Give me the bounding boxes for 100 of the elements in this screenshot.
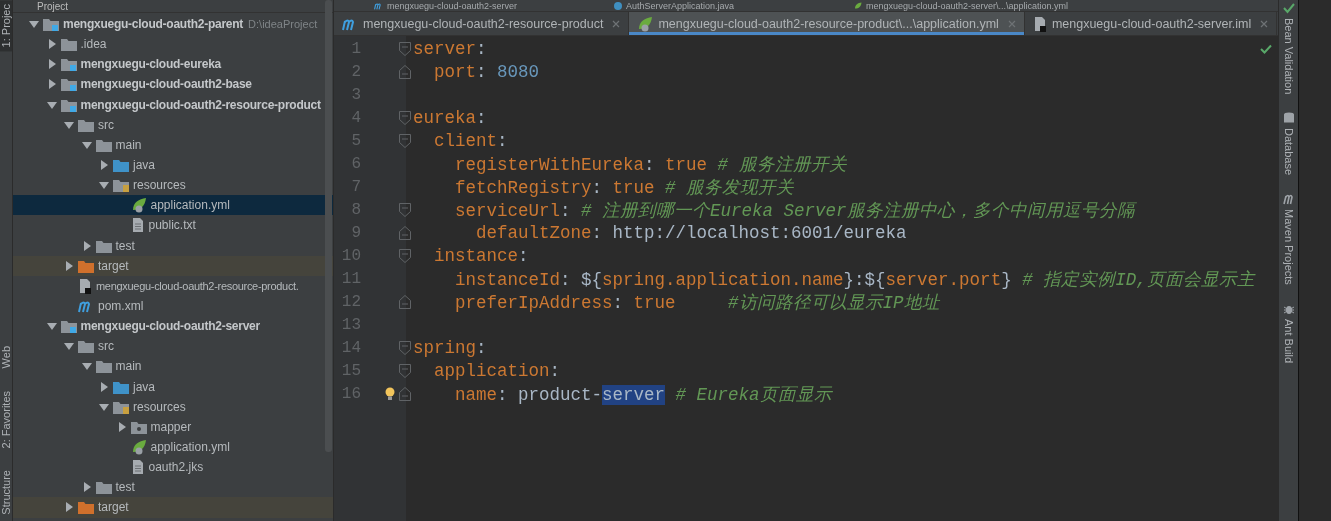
tree-item[interactable]: .idea — [13, 34, 333, 55]
folder-icon — [78, 500, 94, 515]
tree-item[interactable]: public.txt — [13, 215, 333, 236]
tree-item[interactable]: target — [13, 497, 333, 518]
code-line: name: product-server # Eureka页面显示 — [454, 383, 832, 406]
letter-m-icon — [1282, 193, 1295, 206]
scrollbar[interactable] — [325, 0, 332, 452]
caret-icon[interactable] — [46, 99, 57, 110]
caret-icon[interactable] — [81, 240, 92, 251]
caret-icon[interactable] — [116, 421, 127, 432]
tree-item[interactable]: java — [13, 155, 333, 176]
tree-item[interactable]: target — [13, 255, 333, 276]
file-icon — [130, 217, 145, 234]
tree-item[interactable]: resources — [13, 175, 333, 196]
panel-title: Project — [37, 0, 69, 12]
fold-icon[interactable] — [399, 133, 411, 148]
tree-item[interactable]: oauth2.jks — [13, 457, 333, 478]
caret-icon[interactable] — [64, 119, 74, 130]
caret-icon[interactable] — [99, 180, 109, 191]
caret-icon[interactable] — [46, 321, 57, 332]
module-folder-icon — [60, 97, 77, 112]
database-icon — [1282, 112, 1295, 125]
folder-icon — [78, 117, 94, 132]
caret-icon[interactable] — [29, 19, 39, 30]
editor-tab[interactable]: mengxuegu-cloud-oauth2-server\...\application.yml — [854, 0, 1069, 11]
tool-window-tab[interactable]: Web — [0, 342, 12, 373]
caret-icon[interactable] — [64, 260, 74, 271]
caret-icon[interactable] — [99, 160, 109, 171]
tool-window-tab[interactable]: 1: Projec — [0, 0, 12, 52]
tree-item[interactable]: java — [13, 376, 333, 397]
tree-item[interactable]: mapper — [13, 416, 333, 437]
project-path: D:\ideaProject — [248, 18, 318, 31]
caret-icon[interactable] — [46, 39, 57, 50]
fold-icon[interactable] — [399, 41, 411, 56]
lightbulb-icon[interactable] — [385, 386, 395, 401]
caret-icon[interactable] — [99, 401, 109, 412]
fold-icon[interactable] — [399, 363, 411, 378]
folder-icon — [113, 399, 129, 414]
tree-item[interactable]: resources — [13, 396, 333, 417]
tree-item[interactable]: mengxuegu-cloud-eureka — [13, 54, 333, 75]
code-line: fetchRegistry: true # 服务发现开关 — [454, 176, 795, 199]
caret-icon[interactable] — [64, 502, 74, 513]
code-line: defaultZone: http://localhost:6001/eureka — [475, 222, 907, 243]
caret-icon[interactable] — [46, 59, 57, 70]
code-line: port: 8080 — [433, 61, 540, 82]
tree-item[interactable]: mengxuegu-cloud-oauth2-server — [13, 316, 333, 337]
tool-window-tab[interactable]: 2: Favorites — [0, 386, 12, 453]
caret-icon[interactable] — [46, 79, 57, 90]
tool-window-tab[interactable]: Ant Build — [1282, 303, 1295, 364]
folder-icon — [130, 419, 147, 434]
folder-icon — [113, 178, 129, 193]
tree-item[interactable]: src — [13, 336, 333, 357]
tree-item[interactable]: mengxuegu-cloud-oauth2-base — [13, 74, 333, 95]
fold-icon[interactable] — [399, 225, 411, 240]
caret-icon[interactable] — [81, 139, 92, 150]
tree-item[interactable]: test — [13, 235, 333, 256]
fold-icon[interactable] — [399, 64, 411, 79]
code-line: serviceUrl: # 注册到哪一个Eureka Server服务注册中心，多个中间用逗号分隔 — [454, 199, 1135, 222]
caret-icon[interactable] — [81, 482, 92, 493]
fold-icon[interactable] — [399, 202, 411, 217]
code-line: spring: — [413, 337, 487, 358]
caret-icon[interactable] — [81, 361, 92, 372]
tree-item[interactable]: mengxuegu-cloud-oauth2-resource-product — [13, 94, 333, 115]
folder-icon — [95, 137, 112, 152]
editor-tab[interactable]: mengxuegu-cloud-oauth2-resource-product\...\application.yml — [629, 12, 1025, 35]
tree-item[interactable]: application.yml — [13, 195, 333, 216]
tree-item[interactable]: src — [13, 114, 333, 135]
caret-icon[interactable] — [64, 341, 74, 352]
editor-tab[interactable]: mengxuegu-cloud-oauth2-server.iml — [1024, 12, 1278, 35]
code-line: instance: — [433, 245, 529, 266]
tree-item[interactable]: main — [13, 134, 333, 155]
tool-window-tab[interactable]: Bean Validation — [1282, 2, 1295, 95]
leaf-icon — [637, 15, 654, 32]
fold-icon[interactable] — [399, 248, 411, 263]
leaf-icon — [130, 197, 147, 214]
folder-icon — [95, 238, 112, 253]
code-line: application: — [433, 360, 561, 381]
caret-icon[interactable] — [99, 381, 109, 392]
tree-item[interactable]: test — [13, 477, 333, 498]
tree-item[interactable]: application.yml — [13, 436, 333, 458]
fold-icon[interactable] — [399, 340, 411, 355]
tool-window-tab[interactable]: Structure — [0, 466, 12, 519]
code-line: client: — [433, 130, 508, 151]
folder-icon — [113, 379, 129, 394]
tree-item[interactable]: pom.xml — [13, 295, 333, 317]
tool-window-tab[interactable]: Maven Projects — [1282, 193, 1295, 286]
module-folder-icon — [60, 77, 77, 92]
folder-icon — [60, 37, 77, 52]
module-folder-icon — [60, 57, 77, 72]
tool-window-tab[interactable]: Database — [1282, 112, 1295, 176]
fold-icon[interactable] — [399, 110, 411, 125]
tree-item[interactable]: mengxuegu-cloud-oauth2-resource-product. — [13, 275, 333, 296]
tree-item[interactable]: main — [13, 356, 333, 377]
file-icon — [1032, 15, 1047, 32]
editor-tab[interactable]: mengxuegu-cloud-oauth2-server — [374, 0, 574, 11]
tree-item[interactable]: mengxuegu-cloud-oauth2-parent D:\ideaProject — [13, 14, 333, 35]
fold-icon[interactable] — [399, 294, 411, 309]
folder-icon — [78, 339, 94, 354]
editor-tab[interactable]: AuthServerApplication.java — [614, 0, 814, 11]
folder-icon — [113, 158, 129, 173]
